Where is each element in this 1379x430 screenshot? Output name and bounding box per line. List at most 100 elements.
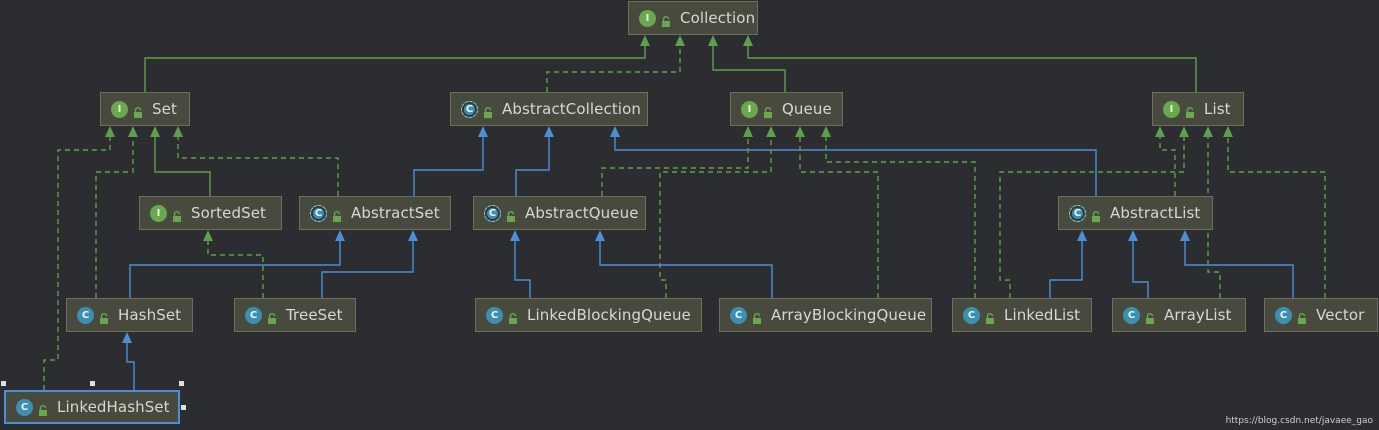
node-label: Collection bbox=[680, 9, 756, 27]
node-label: AbstractCollection bbox=[502, 100, 641, 118]
public-lock-icon bbox=[1091, 208, 1101, 222]
node-list[interactable]: I List bbox=[1152, 92, 1244, 126]
edge-arrayblockingqueue-to-queue bbox=[795, 126, 879, 298]
edge-abstractlist-to-abstractcollection bbox=[610, 126, 1097, 196]
node-label: AbstractQueue bbox=[525, 204, 639, 222]
node-label: LinkedBlockingQueue bbox=[527, 306, 691, 324]
selection-handle[interactable] bbox=[90, 381, 95, 386]
edge-abstractlist-to-list bbox=[1155, 126, 1176, 196]
node-linkedlist[interactable]: C LinkedList bbox=[952, 298, 1092, 332]
node-collection[interactable]: I Collection bbox=[628, 1, 758, 35]
arrowhead bbox=[173, 126, 183, 137]
edge-abstractqueue-to-queue bbox=[601, 126, 753, 196]
node-set[interactable]: I Set bbox=[100, 92, 190, 126]
node-treeset[interactable]: C TreeSet bbox=[234, 298, 356, 332]
edge-linkedblockingqueue-to-queue bbox=[659, 126, 776, 298]
edge-linkedblockingqueue-to-abstractqueue bbox=[510, 230, 531, 298]
arrowhead bbox=[675, 35, 685, 46]
public-lock-icon bbox=[1185, 104, 1195, 118]
edge-set-to-collection bbox=[144, 35, 650, 92]
node-linkedhashset[interactable]: C LinkedHashSet bbox=[4, 390, 180, 424]
edge-list-to-collection bbox=[743, 35, 1197, 92]
interface-icon: I bbox=[111, 100, 128, 118]
node-abstractcollection[interactable]: C AbstractCollection bbox=[450, 92, 648, 126]
public-lock-icon bbox=[506, 208, 516, 222]
node-arrayblockingqueue[interactable]: C ArrayBlockingQueue bbox=[719, 298, 932, 332]
node-label: TreeSet bbox=[286, 306, 343, 324]
arrowhead bbox=[610, 126, 620, 137]
public-lock-icon bbox=[332, 208, 342, 222]
arrowhead bbox=[1203, 126, 1213, 137]
arrowhead bbox=[1128, 230, 1138, 241]
selection-handle[interactable] bbox=[1, 381, 6, 386]
node-abstractset[interactable]: C AbstractSet bbox=[299, 196, 451, 230]
node-queue[interactable]: I Queue bbox=[730, 92, 843, 126]
class-icon: C bbox=[730, 306, 747, 324]
public-lock-icon bbox=[752, 310, 762, 324]
selection-handle[interactable] bbox=[181, 405, 186, 410]
arrowhead bbox=[708, 35, 718, 46]
interface-icon: I bbox=[150, 204, 167, 222]
node-label: SortedSet bbox=[191, 204, 267, 222]
selection-handle[interactable] bbox=[179, 381, 184, 386]
edge-arraylist-to-abstractlist bbox=[1128, 230, 1149, 298]
node-abstractqueue[interactable]: C AbstractQueue bbox=[473, 196, 646, 230]
node-label: List bbox=[1204, 100, 1231, 118]
public-lock-icon bbox=[1297, 310, 1307, 324]
edge-hashset-to-set bbox=[95, 126, 138, 298]
public-lock-icon bbox=[985, 310, 995, 324]
node-label: ArrayList bbox=[1164, 306, 1232, 324]
node-arraylist[interactable]: C ArrayList bbox=[1112, 298, 1246, 332]
node-abstractlist[interactable]: C AbstractList bbox=[1058, 196, 1213, 230]
arrowhead bbox=[821, 126, 831, 137]
class-icon: C bbox=[486, 306, 503, 324]
edge-linkedhashset-to-set bbox=[43, 126, 115, 390]
edge-abstractset-to-abstractcollection bbox=[413, 126, 488, 196]
arrowhead bbox=[122, 332, 132, 343]
arrowhead bbox=[203, 230, 213, 241]
public-lock-icon bbox=[133, 104, 143, 118]
arrowhead bbox=[1077, 230, 1087, 241]
class-icon: C bbox=[77, 306, 94, 324]
class-icon: C bbox=[1123, 306, 1140, 324]
edge-abstractset-to-set bbox=[173, 126, 339, 196]
node-label: Vector bbox=[1316, 306, 1365, 324]
public-lock-icon bbox=[172, 208, 182, 222]
edge-vector-to-abstractlist bbox=[1180, 230, 1294, 298]
public-lock-icon bbox=[508, 310, 518, 324]
node-label: LinkedHashSet bbox=[57, 398, 170, 416]
arrowhead bbox=[510, 230, 520, 241]
class-icon: C bbox=[16, 398, 33, 416]
arrowhead bbox=[128, 126, 138, 137]
arrowhead bbox=[150, 126, 160, 137]
edge-abstractcollection-to-collection bbox=[546, 35, 685, 92]
class-icon: C bbox=[245, 306, 262, 324]
edge-abstractqueue-to-abstractcollection bbox=[515, 126, 554, 196]
node-linkedblockingqueue[interactable]: C LinkedBlockingQueue bbox=[475, 298, 702, 332]
abstract-class-icon: C bbox=[1069, 204, 1086, 222]
node-label: ArrayBlockingQueue bbox=[771, 306, 927, 324]
public-lock-icon bbox=[38, 402, 48, 416]
arrowhead bbox=[795, 126, 805, 137]
node-sortedset[interactable]: I SortedSet bbox=[139, 196, 282, 230]
node-label: Queue bbox=[782, 100, 832, 118]
node-hashset[interactable]: C HashSet bbox=[66, 298, 193, 332]
edge-linkedhashset-to-hashset bbox=[122, 332, 135, 390]
watermark: https://blog.csdn.net/javaee_gao bbox=[1225, 416, 1373, 426]
edge-hashset-to-abstractset bbox=[129, 230, 345, 298]
arrowhead bbox=[595, 230, 605, 241]
arrowhead bbox=[743, 35, 753, 46]
edge-linkedlist-to-abstractlist bbox=[1049, 230, 1087, 298]
arrowhead bbox=[544, 126, 554, 137]
arrowhead bbox=[1223, 126, 1233, 137]
node-label: Set bbox=[152, 100, 177, 118]
node-label: LinkedList bbox=[1004, 306, 1081, 324]
class-icon: C bbox=[963, 306, 980, 324]
abstract-class-icon: C bbox=[484, 204, 501, 222]
public-lock-icon bbox=[763, 104, 773, 118]
edge-treeset-to-sortedset bbox=[203, 230, 264, 298]
node-vector[interactable]: C Vector bbox=[1264, 298, 1378, 332]
public-lock-icon bbox=[1145, 310, 1155, 324]
interface-icon: I bbox=[639, 9, 656, 27]
abstract-class-icon: C bbox=[461, 100, 478, 118]
